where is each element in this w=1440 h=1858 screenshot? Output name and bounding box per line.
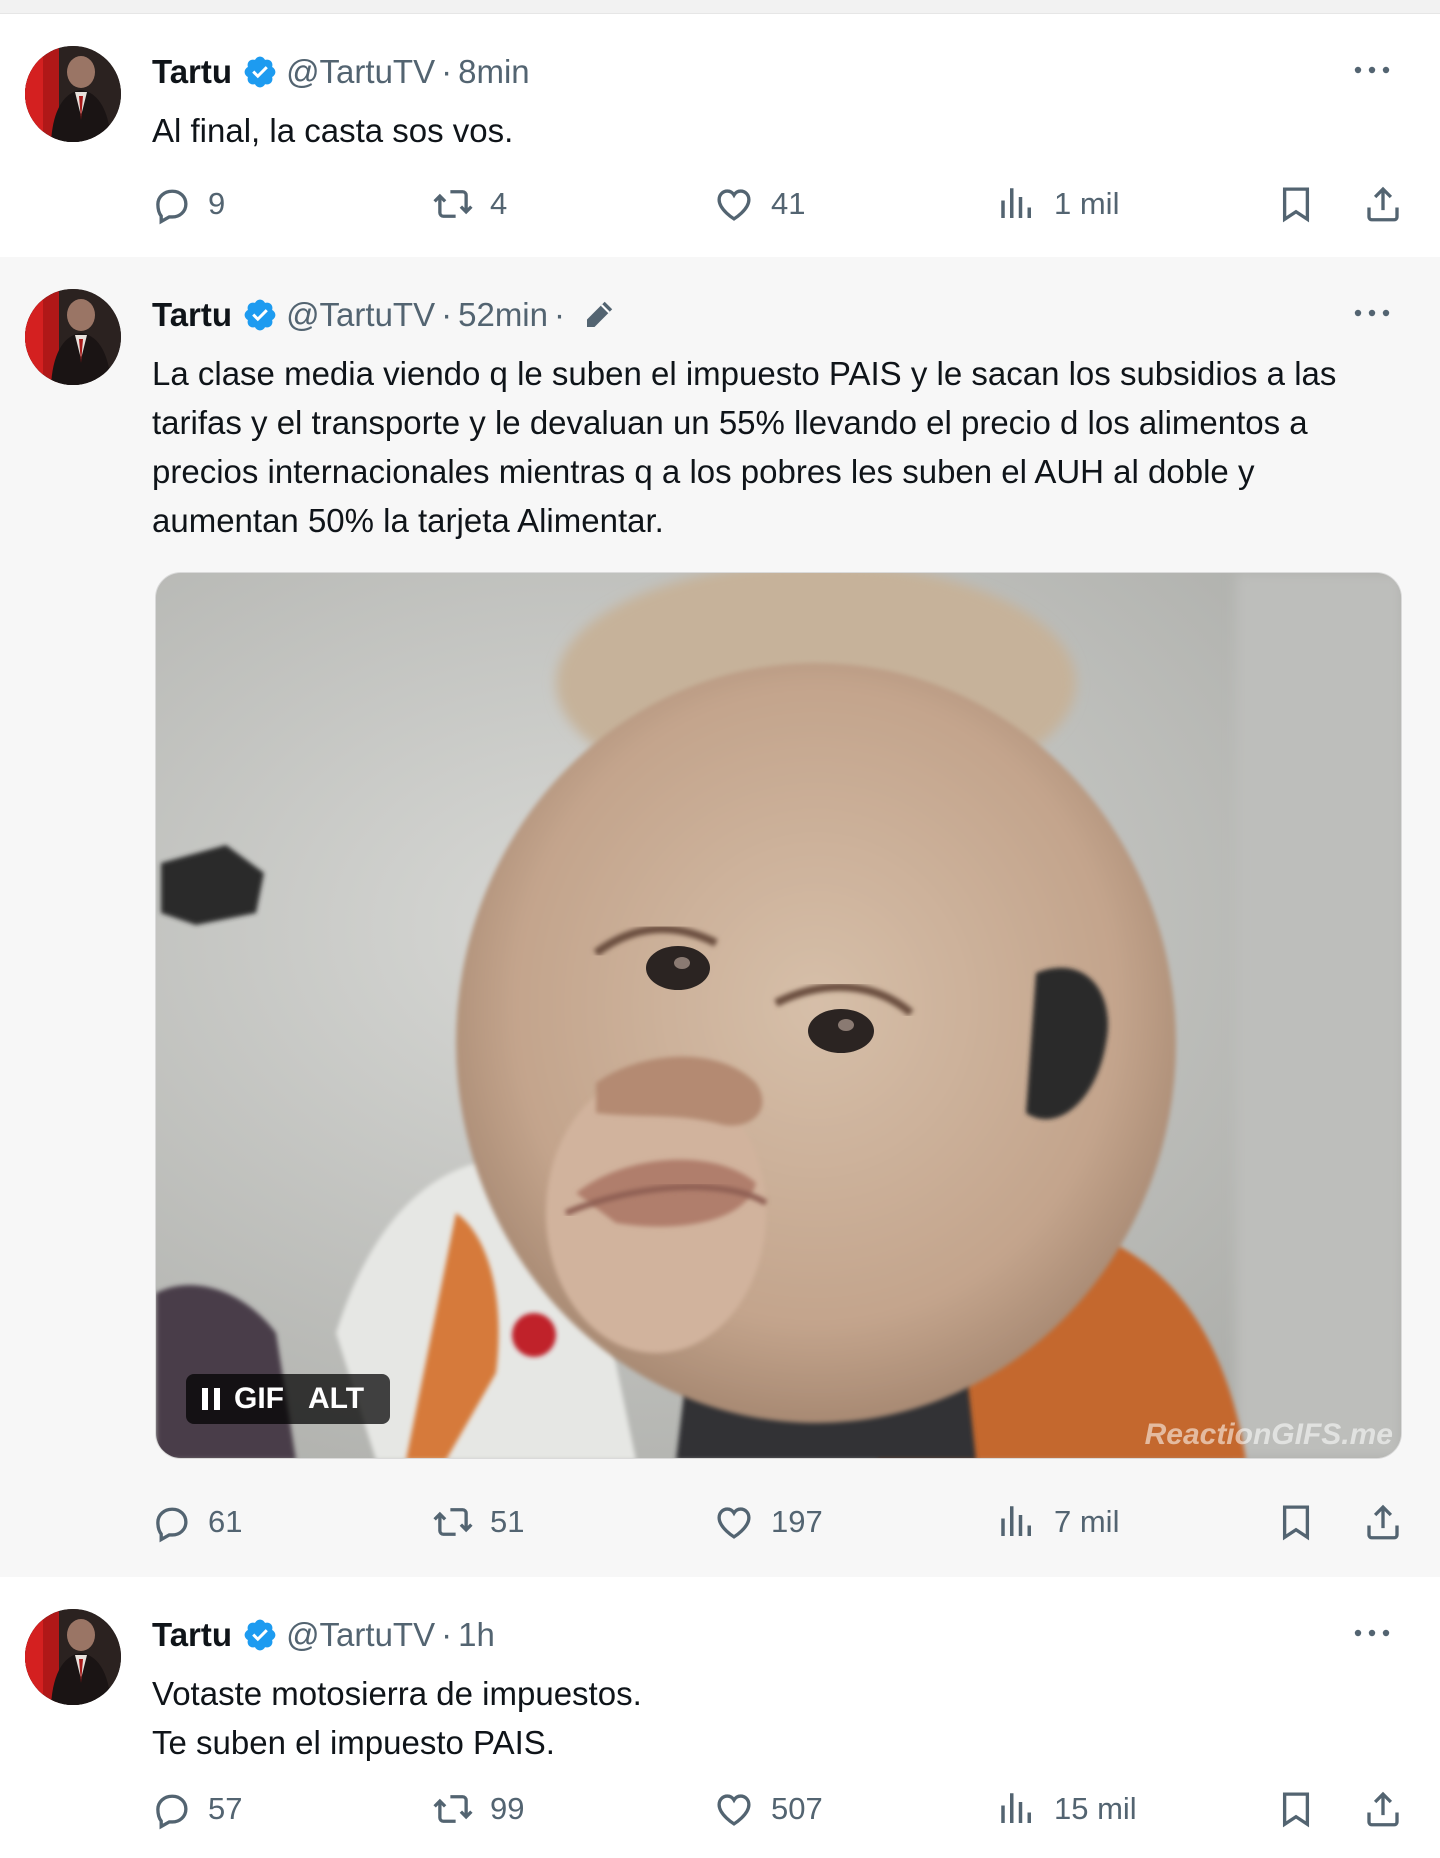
avatar-image	[25, 1609, 121, 1705]
views-button[interactable]: 1 mil	[996, 179, 1119, 229]
separator: ·	[441, 296, 453, 333]
like-count: 197	[771, 1504, 823, 1539]
reply-icon	[150, 1788, 192, 1830]
reply-icon	[150, 183, 192, 225]
top-divider	[0, 0, 1440, 14]
action-bar: 9 4 41 1 mil	[150, 179, 1412, 229]
tweet-text: Votaste motosierra de impuestos. Te sube…	[152, 1669, 1402, 1767]
heart-icon	[713, 1788, 755, 1830]
views-button[interactable]: 7 mil	[996, 1497, 1119, 1547]
tweet-header: Tartu @TartuTV · 1h	[152, 1615, 495, 1655]
tweet-header: Tartu @TartuTV · 8min	[152, 52, 530, 92]
retweet-icon	[432, 1788, 474, 1830]
more-options-icon[interactable]	[1352, 301, 1392, 325]
tweet-text: La clase media viendo q le suben el impu…	[152, 349, 1402, 545]
author-handle[interactable]: @TartuTV	[286, 296, 435, 334]
share-button[interactable]	[1362, 1784, 1404, 1834]
like-count: 41	[771, 186, 806, 221]
more-options-icon[interactable]	[1352, 1621, 1392, 1645]
gif-image	[156, 573, 1401, 1458]
author-name[interactable]: Tartu	[152, 1616, 232, 1654]
gif-watermark: ReactionGIFS.me	[1144, 1418, 1393, 1451]
pause-icon[interactable]	[200, 1386, 222, 1412]
views-count: 1 mil	[1054, 186, 1120, 221]
bar-chart-icon	[996, 183, 1038, 225]
share-button[interactable]	[1362, 179, 1404, 229]
tweet[interactable]: Tartu @TartuTV · 8min Al final, la casta…	[0, 14, 1440, 257]
bookmark-button[interactable]	[1275, 1497, 1317, 1547]
bookmark-icon	[1275, 1501, 1317, 1543]
avatar-image	[25, 46, 121, 142]
bookmark-button[interactable]	[1275, 1784, 1317, 1834]
bar-chart-icon	[996, 1788, 1038, 1830]
author-handle[interactable]: @TartuTV	[286, 53, 435, 91]
tweet-text-line: La clase media viendo q le suben el impu…	[152, 355, 1337, 539]
verified-badge-icon	[242, 1617, 278, 1653]
retweet-button[interactable]: 51	[432, 1497, 524, 1547]
gif-badge: GIF	[234, 1382, 284, 1415]
bookmark-button[interactable]	[1275, 179, 1317, 229]
tweet-header: Tartu @TartuTV · 52min ·	[152, 295, 617, 335]
avatar[interactable]	[25, 1609, 121, 1705]
bookmark-icon	[1275, 1788, 1317, 1830]
reply-count: 9	[208, 186, 226, 221]
reply-button[interactable]: 57	[150, 1784, 242, 1834]
separator: ·	[441, 53, 453, 90]
views-count: 7 mil	[1054, 1504, 1120, 1539]
verified-badge-icon	[242, 54, 278, 90]
views-button[interactable]: 15 mil	[996, 1784, 1137, 1834]
more-options-icon[interactable]	[1352, 58, 1392, 82]
media-badges: GIF ALT	[186, 1374, 391, 1424]
timestamp[interactable]: 8min	[458, 53, 530, 91]
retweet-count: 51	[490, 1504, 525, 1539]
retweet-button[interactable]: 4	[432, 179, 507, 229]
like-button[interactable]: 41	[713, 179, 805, 229]
reply-count: 57	[208, 1791, 243, 1826]
timestamp[interactable]: 52min	[458, 296, 548, 334]
avatar-image	[25, 289, 121, 385]
reply-button[interactable]: 9	[150, 179, 225, 229]
alt-badge[interactable]: ALT	[308, 1382, 364, 1416]
like-button[interactable]: 197	[713, 1497, 823, 1547]
share-button[interactable]	[1362, 1497, 1404, 1547]
retweet-icon	[432, 1501, 474, 1543]
tweet-text-line: Al final, la casta sos vos.	[152, 112, 514, 149]
action-bar: 57 99 507 15 mil	[150, 1784, 1412, 1834]
heart-icon	[713, 1501, 755, 1543]
separator: ·	[554, 296, 565, 333]
reply-button[interactable]: 61	[150, 1497, 242, 1547]
retweet-count: 4	[490, 186, 508, 221]
retweet-button[interactable]: 99	[432, 1784, 524, 1834]
share-icon	[1362, 1788, 1404, 1830]
retweet-icon	[432, 183, 474, 225]
separator: ·	[441, 1616, 453, 1653]
bar-chart-icon	[996, 1501, 1038, 1543]
views-count: 15 mil	[1054, 1791, 1137, 1826]
avatar[interactable]	[25, 46, 121, 142]
retweet-count: 99	[490, 1791, 525, 1826]
like-count: 507	[771, 1791, 823, 1826]
share-icon	[1362, 1501, 1404, 1543]
heart-icon	[713, 183, 755, 225]
reply-icon	[150, 1501, 192, 1543]
reply-count: 61	[208, 1504, 243, 1539]
tweet[interactable]: Tartu @TartuTV · 1h Votaste motosierra d…	[0, 1577, 1440, 1858]
author-name[interactable]: Tartu	[152, 296, 232, 334]
edited-pencil-icon[interactable]	[581, 297, 617, 333]
bookmark-icon	[1275, 183, 1317, 225]
tweet[interactable]: Tartu @TartuTV · 52min · La clase media …	[0, 257, 1440, 1577]
avatar[interactable]	[25, 289, 121, 385]
verified-badge-icon	[242, 297, 278, 333]
author-name[interactable]: Tartu	[152, 53, 232, 91]
author-handle[interactable]: @TartuTV	[286, 1616, 435, 1654]
action-bar: 61 51 197 7 mil	[150, 1497, 1412, 1547]
share-icon	[1362, 183, 1404, 225]
gif-media[interactable]: GIF ALT ReactionGIFS.me	[155, 572, 1402, 1459]
like-button[interactable]: 507	[713, 1784, 823, 1834]
tweet-text-line: Te suben el impuesto PAIS.	[152, 1724, 555, 1761]
tweet-text: Al final, la casta sos vos.	[152, 106, 1402, 155]
timestamp[interactable]: 1h	[458, 1616, 495, 1654]
tweet-text-line: Votaste motosierra de impuestos.	[152, 1675, 642, 1712]
